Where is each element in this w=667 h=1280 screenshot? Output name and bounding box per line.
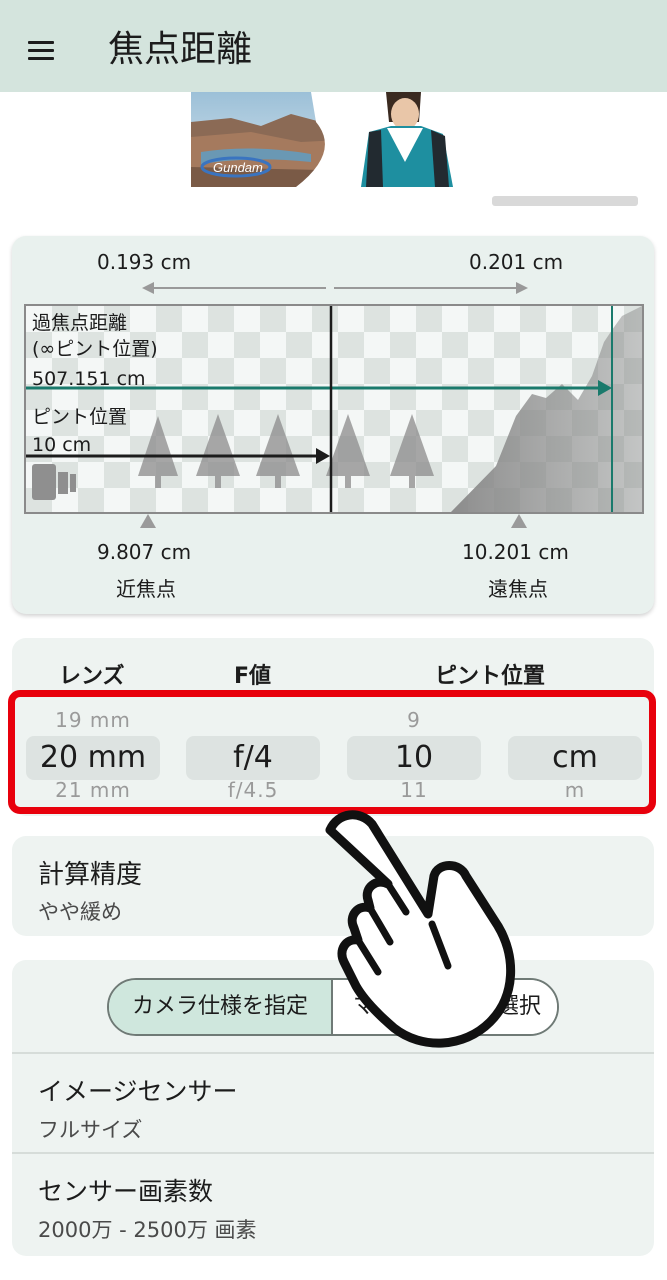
accuracy-title: 計算精度 xyxy=(38,860,143,890)
fvalue-header: F値 xyxy=(234,664,272,689)
near-point-label: 近焦点 xyxy=(116,577,176,601)
segment-specify-camera[interactable]: カメラ仕様を指定 xyxy=(109,980,333,1034)
hyperfocal-label-2: (∞ピント位置) xyxy=(32,338,158,360)
sensor-pixels-title: センサー画素数 xyxy=(38,1177,214,1206)
hyperfocal-label-1: 過焦点距離 xyxy=(32,312,128,334)
camera-settings-card: カメラ仕様を指定 マイ 選択 イメージセンサー フルサイズ センサー画素数 20… xyxy=(12,960,654,1256)
segment-my-camera-label-tail: 選択 xyxy=(497,994,542,1019)
far-point-label: 遠焦点 xyxy=(488,577,548,601)
focus-diagram: 過焦点距離 (∞ピント位置) 507.151 cm ピント位置 10 cm xyxy=(24,304,644,514)
hyperfocal-value: 507.151 cm xyxy=(32,368,146,390)
ad-scrollbar[interactable] xyxy=(492,196,638,206)
depth-of-field-card: 0.193 cm 0.201 cm 過焦点距離 (∞ピント位置) 507.151… xyxy=(12,236,654,614)
far-point-value: 10.201 cm xyxy=(462,540,569,564)
lens-header: レンズ xyxy=(59,664,125,689)
unit-wheel-selected[interactable]: cm xyxy=(508,736,642,780)
ad-banner[interactable]: Gundam xyxy=(12,92,654,220)
image-sensor-value: フルサイズ xyxy=(38,1118,143,1142)
fvalue-wheel-next[interactable]: f/4.5 xyxy=(186,778,320,802)
sensor-pixels-value: 2000万 - 2500万 画素 xyxy=(38,1218,257,1242)
lens-wheel-prev[interactable]: 19 mm xyxy=(26,708,160,732)
lens-settings-card: レンズ F値 ピント位置 19 mm 20 mm 21 mm f/4 f/4.5… xyxy=(12,638,654,816)
near-offset-label: 0.193 cm xyxy=(97,250,192,274)
fvalue-wheel-selected[interactable]: f/4 xyxy=(186,736,320,780)
unit-wheel-next[interactable]: m xyxy=(508,778,642,802)
sensor-pixels-row[interactable]: センサー画素数 2000万 - 2500万 画素 xyxy=(12,1154,654,1254)
segment-my-camera[interactable]: マイ 選択 xyxy=(335,980,557,1034)
lens-wheel-selected[interactable]: 20 mm xyxy=(26,736,160,780)
ad-image[interactable]: Gundam xyxy=(191,92,487,187)
focus-position-label: ピント位置 xyxy=(32,406,128,428)
accuracy-value: やや緩め xyxy=(38,900,122,924)
focus-wheel-prev[interactable]: 9 xyxy=(347,708,481,732)
segment-my-camera-label: マイ xyxy=(353,994,398,1019)
far-point-marker xyxy=(511,514,527,528)
far-offset-label: 0.201 cm xyxy=(469,250,564,274)
focus-wheel-selected[interactable]: 10 xyxy=(347,736,481,780)
camera-mode-segmented-control: カメラ仕様を指定 マイ 選択 xyxy=(107,978,559,1036)
focus-position-value: 10 cm xyxy=(32,434,92,456)
camera-icon xyxy=(32,464,76,500)
svg-text:Gundam: Gundam xyxy=(213,160,263,175)
focus-wheel-next[interactable]: 11 xyxy=(347,778,481,802)
near-point-value: 9.807 cm xyxy=(97,540,192,564)
lens-wheel-next[interactable]: 21 mm xyxy=(26,778,160,802)
app-bar: 焦点距離 xyxy=(0,0,667,92)
page-title: 焦点距離 xyxy=(108,29,253,70)
image-sensor-title: イメージセンサー xyxy=(38,1077,238,1106)
calculation-accuracy-row[interactable]: 計算精度 やや緩め xyxy=(12,836,654,936)
image-sensor-row[interactable]: イメージセンサー フルサイズ xyxy=(12,1054,654,1152)
offset-arrows xyxy=(142,282,528,294)
focus-header: ピント位置 xyxy=(435,664,546,689)
hamburger-menu-icon[interactable] xyxy=(22,32,62,68)
near-point-marker xyxy=(140,514,156,528)
